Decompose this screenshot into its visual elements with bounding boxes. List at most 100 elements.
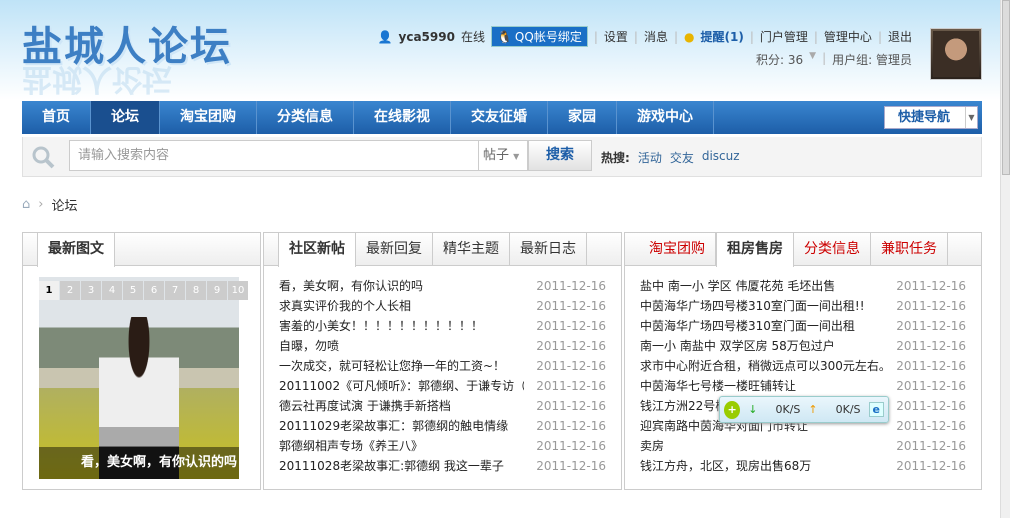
tab-taobao[interactable]: 淘宝团购 xyxy=(639,233,716,265)
item-title[interactable]: 钱江方舟，北区，现房出售68万 xyxy=(640,456,885,476)
slide-page[interactable]: 5 xyxy=(123,281,143,300)
list-item: 害羞的小美女！！！！！！！！！！！ 2011-12-16 xyxy=(279,316,606,336)
qq-bind-button[interactable]: 🐧 QQ帐号绑定 xyxy=(490,26,588,47)
slide-page[interactable]: 10 xyxy=(228,281,248,300)
slide-page[interactable]: 6 xyxy=(144,281,164,300)
slide-page[interactable]: 7 xyxy=(165,281,185,300)
search-input[interactable]: 请输入搜索内容 xyxy=(69,140,479,171)
main-nav: 首页 论坛 淘宝团购 分类信息 在线影视 交友征婚 家园 游戏中心 快捷导航 ▼ xyxy=(22,101,982,134)
list-item: 20111002《可凡倾听》：郭德纲、于谦专访（ 2011-12-16 xyxy=(279,376,606,396)
list-item: 求真实评价我的个人长相 2011-12-16 xyxy=(279,296,606,316)
tab-new-posts[interactable]: 社区新帖 xyxy=(278,233,356,267)
list-item: 郭德纲相声专场《养王八》 2011-12-16 xyxy=(279,436,606,456)
qq-penguin-icon: 🐧 xyxy=(496,29,512,44)
usergroup: 用户组: 管理员 xyxy=(832,53,912,67)
item-date: 2011-12-16 xyxy=(536,359,606,373)
messages-link[interactable]: 消息 xyxy=(644,28,668,45)
bulb-icon: ● xyxy=(684,29,695,44)
divider: | xyxy=(673,29,678,44)
nav-taobao[interactable]: 淘宝团购 xyxy=(160,101,257,134)
panel-tabs: 淘宝团购 租房售房 分类信息 兼职任务 xyxy=(625,233,981,267)
list-item: 盐中 南一小 学区 伟厦花苑 毛坯出售 2011-12-16 xyxy=(640,276,966,296)
item-title[interactable]: 南一小 南盐中 双学区房 58万包过户 xyxy=(640,336,885,356)
search-type-select[interactable]: 帖子 ▼ xyxy=(479,140,528,171)
slideshow-image[interactable]: 1 2 3 4 5 6 7 8 9 10 看，美女啊，有你认识的吗 xyxy=(39,277,248,479)
home-icon[interactable]: ⌂ xyxy=(22,197,30,212)
logout-link[interactable]: 退出 xyxy=(888,28,912,45)
slide-page[interactable]: 4 xyxy=(102,281,122,300)
nav-forum[interactable]: 论坛 xyxy=(91,101,160,134)
tab-latest-replies[interactable]: 最新回复 xyxy=(356,233,433,265)
item-date: 2011-12-16 xyxy=(536,299,606,313)
quick-nav-label: 快捷导航 xyxy=(898,110,951,125)
slide-caption[interactable]: 看，美女啊，有你认识的吗 xyxy=(39,447,239,479)
list-item: 看，美女啊，有你认识的吗 2011-12-16 xyxy=(279,276,606,296)
slide-page[interactable]: 3 xyxy=(81,281,101,300)
slide-page[interactable]: 9 xyxy=(207,281,227,300)
item-title[interactable]: 一次成交，就可轻松让您挣一年的工资~！ xyxy=(279,356,524,376)
hot-link[interactable]: discuz xyxy=(702,149,740,166)
tab-part-time[interactable]: 兼职任务 xyxy=(871,233,948,265)
item-title[interactable]: 20111029老梁故事汇：郭德纲的触电情缘 xyxy=(279,416,524,436)
slide-page[interactable]: 1 xyxy=(39,281,59,300)
nav-home-space[interactable]: 家园 xyxy=(548,101,617,134)
item-title[interactable]: 20111028老梁故事汇:郭德纲 我这一辈子 xyxy=(279,456,524,476)
nav-home[interactable]: 首页 xyxy=(22,101,91,134)
tab-latest-pictures[interactable]: 最新图文 xyxy=(37,233,115,267)
hot-link[interactable]: 活动 xyxy=(638,149,662,166)
user-icon: 👤 xyxy=(377,29,393,44)
points-dropdown[interactable]: 积分: 36 xyxy=(756,51,803,68)
hot-label: 热搜: xyxy=(601,151,630,165)
breadcrumb-current[interactable]: 论坛 xyxy=(51,195,77,214)
admin-center-link[interactable]: 管理中心 xyxy=(824,28,872,45)
list-item: 中茵海华广场四号楼310室门面一间出租!! 2011-12-16 xyxy=(640,296,966,316)
list-item: 德云社再度试演 于谦携手新搭档 2011-12-16 xyxy=(279,396,606,416)
hot-link[interactable]: 交友 xyxy=(670,149,694,166)
item-title[interactable]: 德云社再度试演 于谦携手新搭档 xyxy=(279,396,524,416)
item-title[interactable]: 盐中 南一小 学区 伟厦花苑 毛坯出售 xyxy=(640,276,885,296)
item-title[interactable]: 中茵海华广场四号楼310室门面一间出租!! xyxy=(640,296,885,316)
item-title[interactable]: 自曝，勿喷 xyxy=(279,336,524,356)
item-title[interactable]: 求市中心附近合租，稍微远点可以300元左右。 xyxy=(640,356,885,376)
item-date: 2011-12-16 xyxy=(896,459,966,473)
search-button[interactable]: 搜索 xyxy=(528,140,592,171)
item-date: 2011-12-16 xyxy=(896,279,966,293)
item-title[interactable]: 中茵海华七号楼一楼旺铺转让 xyxy=(640,376,885,396)
item-title[interactable]: 害羞的小美女！！！！！！！！！！！ xyxy=(279,316,524,336)
nav-dating[interactable]: 交友征婚 xyxy=(451,101,548,134)
slide-page[interactable]: 8 xyxy=(186,281,206,300)
tab-digest[interactable]: 精华主题 xyxy=(433,233,510,265)
nav-classifieds[interactable]: 分类信息 xyxy=(257,101,354,134)
item-title[interactable]: 求真实评价我的个人长相 xyxy=(279,296,524,316)
tab-latest-blogs[interactable]: 最新日志 xyxy=(510,233,587,265)
item-title[interactable]: 卖房 xyxy=(640,436,885,456)
tab-housing[interactable]: 租房售房 xyxy=(716,233,794,267)
page-scrollbar[interactable] xyxy=(1000,0,1010,518)
online-status: 在线 xyxy=(460,30,485,44)
item-title[interactable]: 郭德纲相声专场《养王八》 xyxy=(279,436,524,456)
item-date: 2011-12-16 xyxy=(896,399,966,413)
item-title[interactable]: 看，美女啊，有你认识的吗 xyxy=(279,276,524,296)
username-link[interactable]: yca5990 xyxy=(399,30,455,44)
network-speed-widget[interactable]: + ↓ 0K/S ↑ 0K/S e xyxy=(719,396,889,423)
slide-page[interactable]: 2 xyxy=(60,281,80,300)
item-title[interactable]: 20111002《可凡倾听》：郭德纲、于谦专访（ xyxy=(279,376,524,396)
settings-link[interactable]: 设置 xyxy=(604,28,628,45)
nav-games[interactable]: 游戏中心 xyxy=(617,101,714,134)
tab-classifieds[interactable]: 分类信息 xyxy=(794,233,871,265)
search-bar: 请输入搜索内容 帖子 ▼ 搜索 热搜: 活动 交友 discuz xyxy=(22,137,982,177)
ie-icon[interactable]: e xyxy=(868,402,884,417)
nav-video[interactable]: 在线影视 xyxy=(354,101,451,134)
avatar[interactable] xyxy=(930,28,982,80)
portal-admin-link[interactable]: 门户管理 xyxy=(760,28,808,45)
remind-link[interactable]: 提醒(1) xyxy=(700,28,743,45)
item-title[interactable]: 中茵海华广场四号楼310室门面一间出租 xyxy=(640,316,885,336)
item-date: 2011-12-16 xyxy=(536,459,606,473)
list-item: 自曝，勿喷 2011-12-16 xyxy=(279,336,606,356)
scrollbar-thumb[interactable] xyxy=(1002,0,1010,175)
qq-bind-label: QQ帐号绑定 xyxy=(514,30,582,44)
quick-nav-button[interactable]: 快捷导航 ▼ xyxy=(884,106,978,129)
list-item: 南一小 南盐中 双学区房 58万包过户 2011-12-16 xyxy=(640,336,966,356)
panel-tabs: 社区新帖 最新回复 精华主题 最新日志 xyxy=(264,233,621,267)
panel-tabs: 最新图文 xyxy=(23,233,260,267)
